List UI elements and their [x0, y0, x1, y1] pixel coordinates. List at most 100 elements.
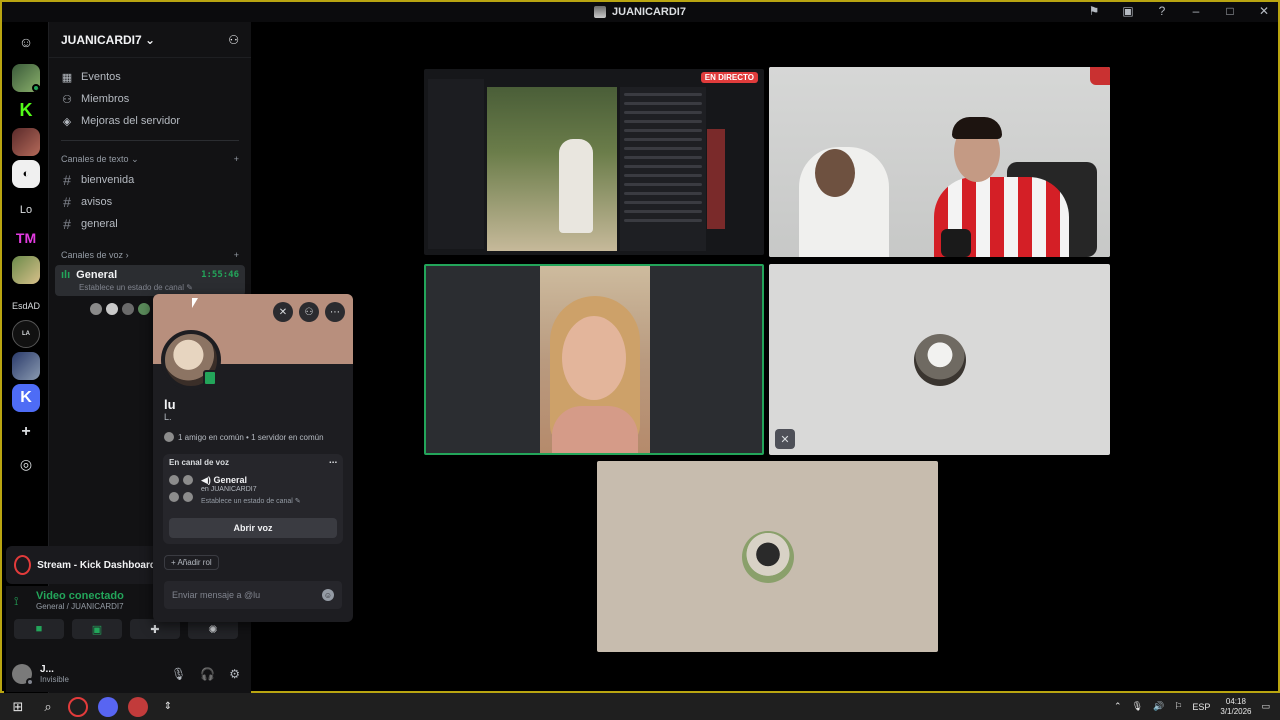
maximize-icon[interactable]: □: [1222, 4, 1238, 18]
server-icon[interactable]: [12, 128, 40, 156]
server-k-icon[interactable]: K: [12, 384, 40, 412]
discord-home-icon[interactable]: ☺: [12, 28, 40, 56]
mutual-info[interactable]: 1 amigo en común • 1 servidor en común: [164, 432, 324, 442]
app-window: JUANICARDI7 ⚑ ▣ ? – □ ✕ ☺ K ◐ Lo TM EsdA…: [0, 0, 1280, 695]
add-role-button[interactable]: + Añadir rol: [164, 555, 219, 570]
avatar[interactable]: [105, 302, 119, 316]
avatar: [164, 432, 174, 442]
screen-share-button[interactable]: ▣: [72, 619, 122, 639]
disconnect-user-icon[interactable]: ✕: [273, 302, 293, 322]
speaking-camera-tile[interactable]: [424, 264, 764, 455]
stream-app-icon: [14, 555, 32, 575]
message-input[interactable]: Enviar mensaje a @lu ☺: [164, 581, 342, 609]
server-icon[interactable]: [12, 64, 40, 92]
avatar[interactable]: [89, 302, 103, 316]
nav-events[interactable]: ▦ Eventos: [49, 66, 251, 88]
add-friend-icon[interactable]: ⚇: [299, 302, 319, 322]
add-channel-icon[interactable]: +: [234, 250, 239, 260]
help-icon[interactable]: ?: [1154, 4, 1170, 18]
more-options-icon[interactable]: ⋯: [325, 302, 345, 322]
opera-icon[interactable]: [68, 696, 88, 717]
taskbar: ⊞ ⌕ ⇕ ⌃ 🎙 🔊 ⚐ ESP 04:18 3/1/2026 ▭: [0, 693, 1280, 720]
title-bar-controls: ⚑ ▣ ? – □ ✕: [1086, 4, 1272, 18]
camera-button[interactable]: ■: [14, 619, 64, 639]
activities-button[interactable]: ✚: [130, 619, 180, 639]
signal-icon[interactable]: ⟟: [14, 594, 28, 608]
emoji-icon[interactable]: ☺: [322, 589, 334, 601]
explore-icon[interactable]: ◎: [12, 450, 40, 478]
network-icon[interactable]: ⚐: [1174, 701, 1182, 712]
open-voice-button[interactable]: Abrir voz: [169, 518, 337, 538]
stream-sidebar: [428, 79, 484, 249]
profile-name: lu: [164, 397, 176, 412]
app-taskbar-icon[interactable]: [128, 696, 148, 717]
server-lo[interactable]: Lo: [6, 196, 46, 224]
headphones-icon[interactable]: 🎧: [200, 667, 215, 681]
settings-gear-icon[interactable]: ⚙: [229, 667, 240, 681]
channel-general[interactable]: # general: [49, 213, 251, 235]
more-options-icon[interactable]: ⋯: [329, 458, 337, 467]
hash-icon: #: [63, 216, 71, 232]
soundboard-icon: ✺: [208, 623, 218, 636]
muted-icon: ✕: [775, 429, 795, 449]
nav-members[interactable]: ⚇ Miembros: [49, 88, 251, 110]
microphone-icon[interactable]: 🎙: [1132, 701, 1143, 712]
pencil-icon[interactable]: ✎: [295, 498, 301, 505]
window-title: JUANICARDI7: [594, 6, 686, 18]
chevron-up-icon[interactable]: ⌃: [1114, 701, 1122, 712]
server-esdad[interactable]: EsdAD: [6, 292, 46, 320]
kick-server-icon[interactable]: K: [12, 96, 40, 124]
server-avatar: [594, 6, 607, 18]
avatar: [741, 530, 794, 583]
clock[interactable]: 04:18 3/1/2026: [1220, 697, 1251, 717]
avatar-tile[interactable]: [597, 461, 938, 652]
server-header[interactable]: JUANICARDI7 ⌄ ⚇: [49, 22, 251, 58]
server-tm[interactable]: TM: [12, 224, 40, 252]
server-icon[interactable]: ◐: [12, 160, 40, 188]
microphone-icon[interactable]: 🎙: [171, 667, 186, 681]
server-la-tribu-icon[interactable]: LA: [12, 320, 40, 348]
channel-avisos[interactable]: # avisos: [49, 191, 251, 213]
voice-channel-general[interactable]: ılı General 1:55:46 Establece un estado d…: [55, 265, 245, 296]
inbox-icon[interactable]: ⚑: [1086, 4, 1102, 18]
window-icon[interactable]: ▣: [1120, 4, 1136, 18]
stream-tile[interactable]: EN DIRECTO: [424, 69, 764, 255]
server-icon[interactable]: [12, 256, 40, 284]
avatar-tile[interactable]: ✕: [769, 264, 1110, 455]
members-icon: ⚇: [62, 93, 72, 106]
channel-bienvenida[interactable]: # bienvenida: [49, 169, 251, 191]
avatar[interactable]: [137, 302, 151, 316]
boost-icon: ◈: [62, 115, 72, 128]
discord-taskbar-icon[interactable]: [98, 696, 118, 717]
close-icon[interactable]: ✕: [1256, 4, 1272, 18]
volume-icon[interactable]: 🔊: [1153, 701, 1164, 712]
title-bar: JUANICARDI7 ⚑ ▣ ? – □ ✕: [2, 2, 1278, 22]
text-channels-header[interactable]: Canales de texto ⌄ +: [49, 149, 251, 169]
avatar[interactable]: [12, 664, 34, 686]
channel-status-hint[interactable]: Establece un estado de canal: [79, 283, 184, 292]
user-profile-popout: ✕ ⚇ ⋯ lu L. 1 amigo en común • 1 servido…: [153, 294, 353, 622]
taskbar-scroll-icon[interactable]: ⇕: [158, 697, 178, 717]
voice-timer: 1:55:46: [201, 270, 239, 280]
voice-channels-header[interactable]: Canales de voz › +: [49, 245, 251, 265]
windows-start-icon[interactable]: ⊞: [8, 697, 28, 717]
screen-share-icon: ▣: [91, 623, 103, 636]
language-indicator[interactable]: ESP: [1192, 702, 1210, 712]
notifications-icon[interactable]: ▭: [1261, 701, 1270, 712]
search-icon[interactable]: ⌕: [38, 697, 58, 717]
avatar: [913, 333, 966, 386]
pencil-icon[interactable]: ✎: [186, 283, 193, 292]
voice-activity-icon: ılı: [61, 269, 71, 281]
minimize-icon[interactable]: –: [1188, 4, 1204, 18]
stream-panel[interactable]: Stream - Kick Dashboard: [6, 546, 156, 584]
soundboard-button[interactable]: ✺: [188, 619, 238, 639]
server-icon[interactable]: [12, 352, 40, 380]
nav-server-boosts[interactable]: ◈ Mejoras del servidor: [49, 110, 251, 132]
avatar[interactable]: [121, 302, 135, 316]
add-server-icon[interactable]: +: [12, 418, 40, 446]
mobile-status-icon: [203, 370, 217, 386]
camera-tile[interactable]: [769, 67, 1110, 257]
add-channel-icon[interactable]: +: [234, 154, 239, 164]
user-panel: J... Invisible 🎙 🎧 ⚙: [6, 656, 246, 692]
add-member-icon[interactable]: ⚇: [228, 33, 239, 47]
